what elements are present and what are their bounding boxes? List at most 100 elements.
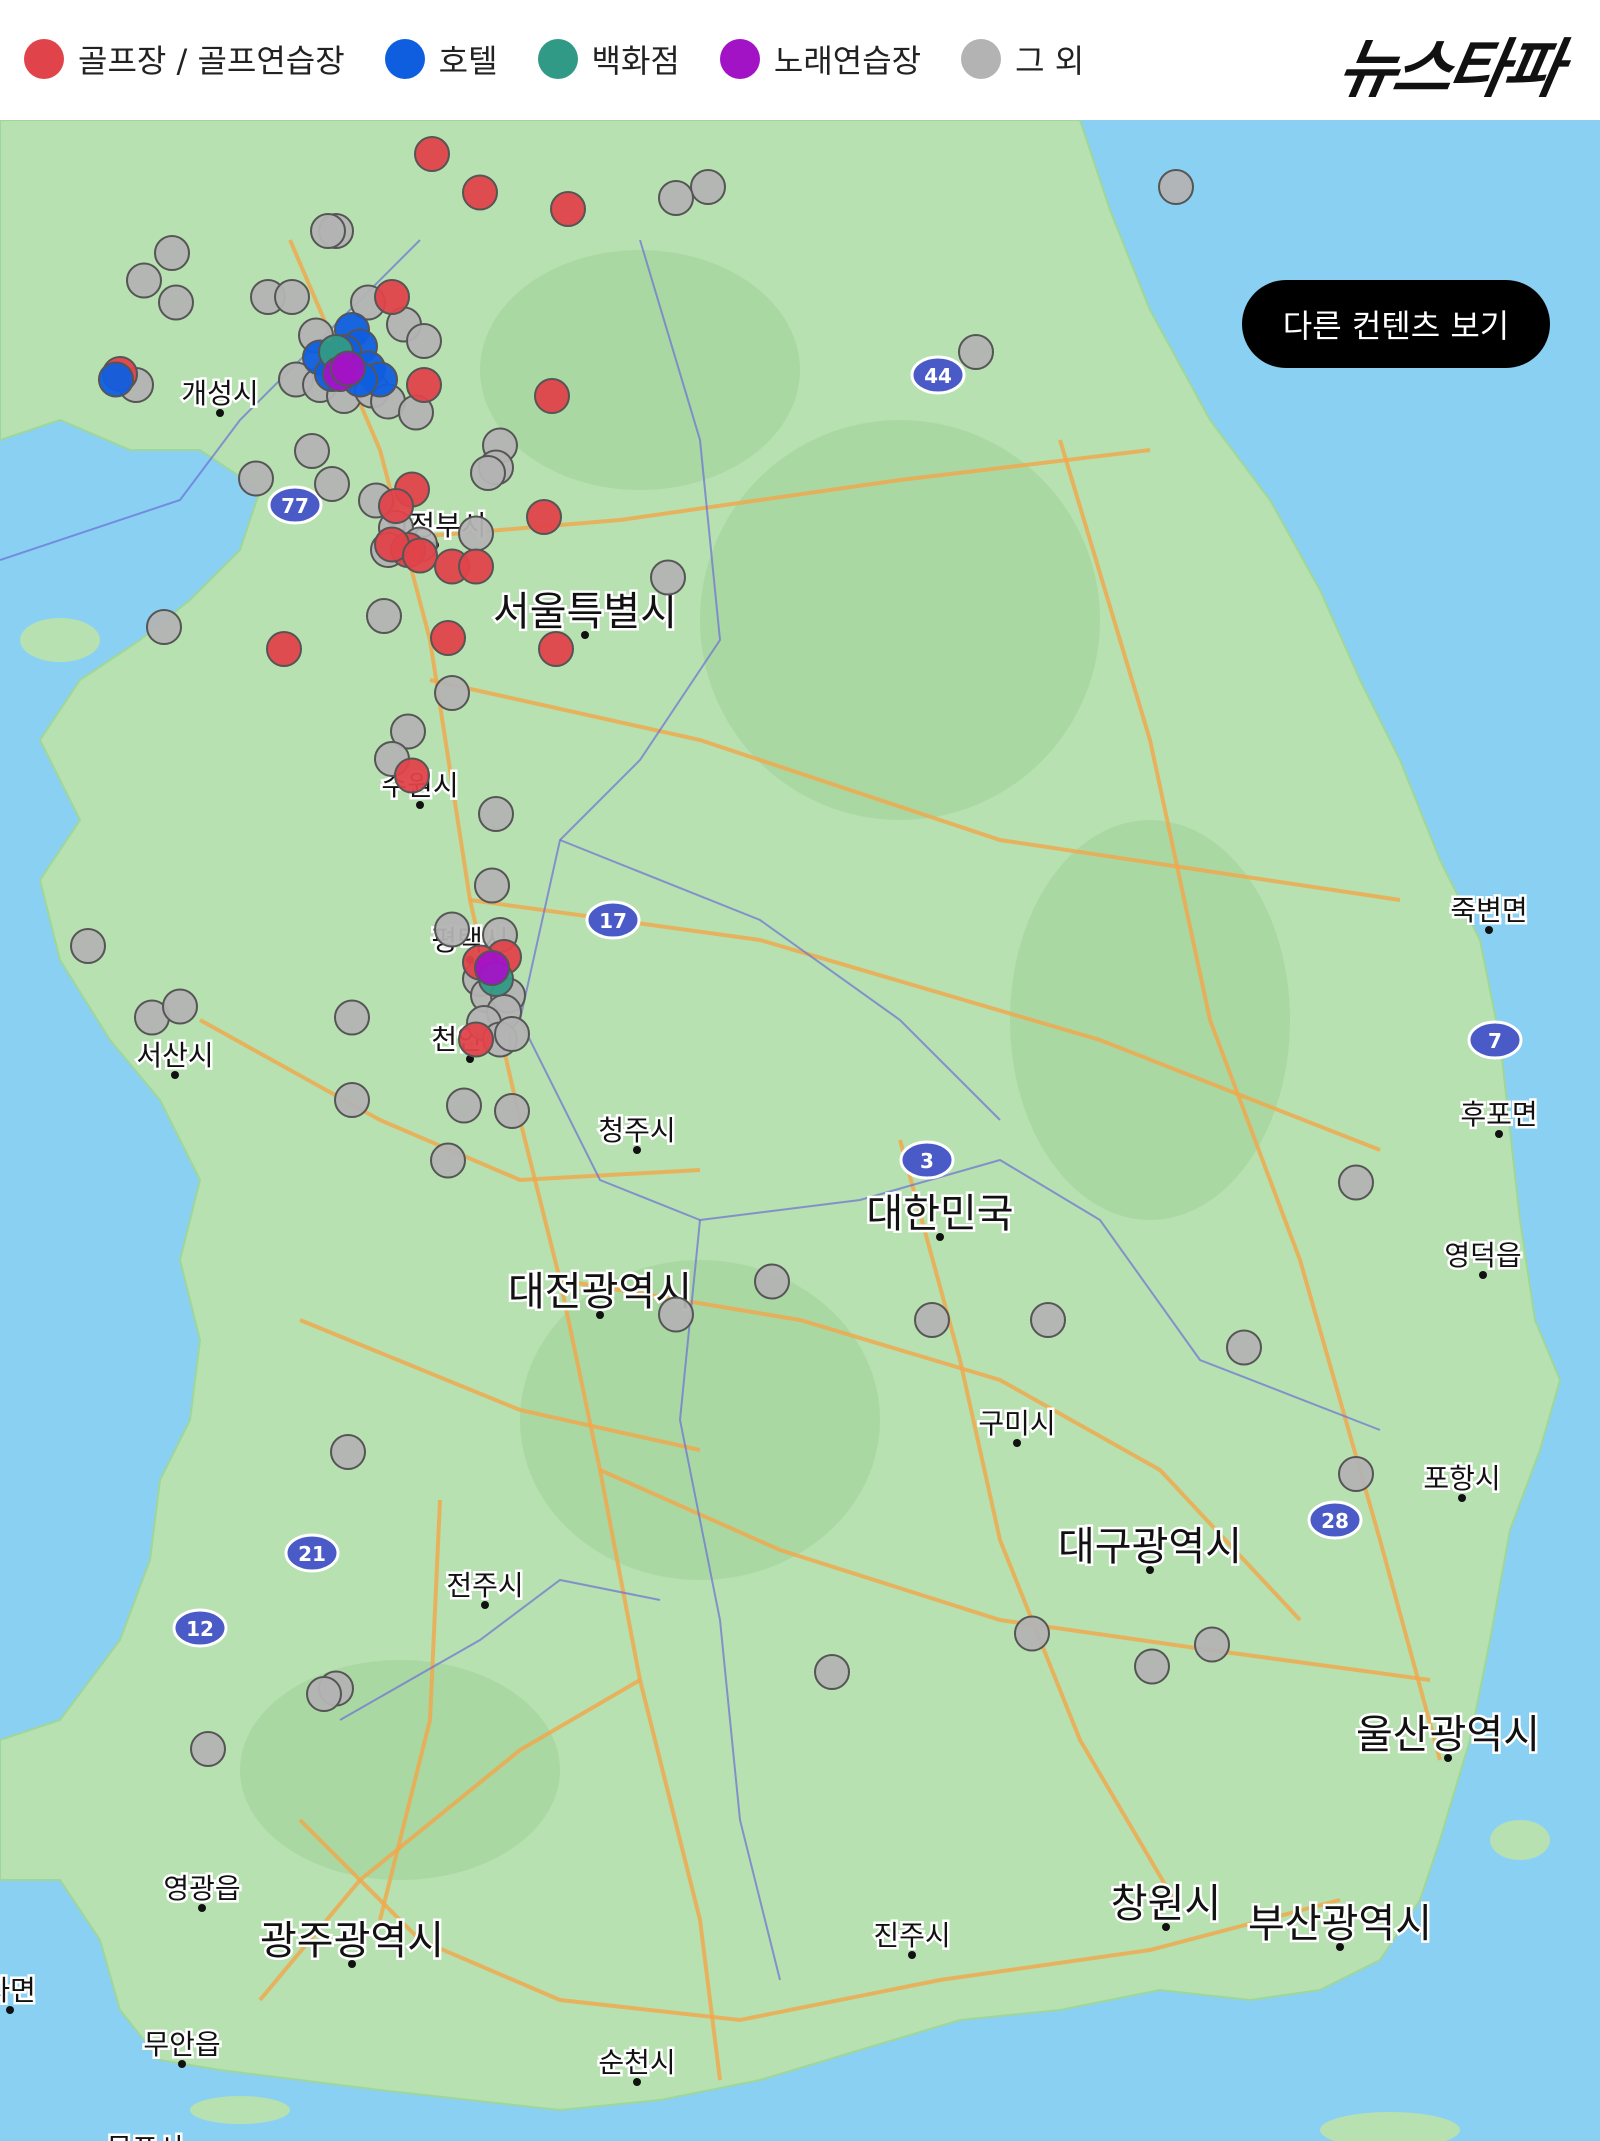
map-marker[interactable] <box>458 1021 494 1058</box>
legend-item-2: 백화점 <box>537 36 680 82</box>
city-label: 창원시 <box>1111 1881 1221 1927</box>
map-marker[interactable] <box>754 1263 790 1300</box>
map-marker[interactable] <box>430 1142 466 1179</box>
city-dot <box>178 2060 186 2068</box>
map-marker[interactable] <box>330 350 366 387</box>
map-marker[interactable] <box>1338 1456 1374 1492</box>
map-marker[interactable] <box>334 999 370 1036</box>
map-marker[interactable] <box>238 460 274 497</box>
map-marker[interactable] <box>190 1731 226 1767</box>
map-marker[interactable] <box>650 559 686 596</box>
legend-swatch-icon <box>384 39 425 79</box>
map-marker[interactable] <box>154 235 190 271</box>
map-marker[interactable] <box>462 174 498 211</box>
map-marker[interactable] <box>494 1093 530 1129</box>
map-marker[interactable] <box>70 928 106 964</box>
city-dot <box>6 2006 14 2014</box>
map-marker[interactable] <box>478 796 514 832</box>
map-marker[interactable] <box>1226 1329 1262 1366</box>
city-label: 전주시 <box>446 1569 523 1602</box>
map-marker[interactable] <box>306 1676 342 1712</box>
map-marker[interactable] <box>98 361 134 398</box>
map-marker[interactable] <box>294 433 330 469</box>
island <box>20 618 100 662</box>
map-marker[interactable] <box>474 950 510 986</box>
map-marker[interactable] <box>494 1016 530 1052</box>
map-marker[interactable] <box>406 323 442 359</box>
map-marker[interactable] <box>470 455 506 491</box>
map-marker[interactable] <box>378 488 414 524</box>
city-dot <box>198 1904 206 1912</box>
map-marker[interactable] <box>146 609 182 645</box>
city-dot <box>1479 1271 1487 1279</box>
map-marker[interactable] <box>914 1302 950 1338</box>
city-label: 대한민국 <box>866 1191 1013 1237</box>
city-label: 영광읍 <box>163 1872 240 1905</box>
map-marker[interactable] <box>658 1296 694 1333</box>
map-marker[interactable] <box>534 378 570 414</box>
map-marker[interactable] <box>126 262 162 299</box>
city-dot <box>1458 1494 1466 1502</box>
map[interactable]: 개성시의정부시서울특별시수원시평택시천안시서산시청주시대한민국대전광역시구미시대… <box>0 120 1600 2141</box>
city-label: 대구광역시 <box>1058 1524 1242 1570</box>
map-marker[interactable] <box>658 180 694 216</box>
legend-swatch-icon <box>537 39 578 79</box>
map-marker[interactable] <box>430 620 466 656</box>
map-marker[interactable] <box>526 499 562 535</box>
map-marker[interactable] <box>414 136 450 172</box>
city-dot <box>171 1071 179 1079</box>
legend-label: 백화점 <box>591 42 680 80</box>
map-marker[interactable] <box>1030 1302 1066 1338</box>
map-marker[interactable] <box>690 169 726 205</box>
city-label: 광주광역시 <box>260 1918 444 1964</box>
map-marker[interactable] <box>366 598 402 634</box>
map-marker[interactable] <box>1338 1164 1374 1201</box>
highway-number: 7 <box>1488 1029 1502 1053</box>
map-marker[interactable] <box>334 1082 370 1118</box>
newstapa-logo[interactable]: 뉴스타파 <box>1332 18 1568 110</box>
city-label: 울산광역시 <box>1356 1712 1540 1758</box>
legend-item-4: 그 외 <box>961 36 1084 82</box>
city-label: 진주시 <box>873 1919 950 1952</box>
map-marker[interactable] <box>274 279 310 315</box>
map-marker[interactable] <box>458 515 494 552</box>
map-marker[interactable] <box>1194 1626 1230 1663</box>
city-dot <box>908 1951 916 1959</box>
map-marker[interactable] <box>550 191 586 227</box>
city-label: 순천시 <box>598 2046 675 2079</box>
legend-swatch-icon <box>24 39 64 79</box>
city-dot <box>633 1146 641 1154</box>
map-marker[interactable] <box>434 911 470 948</box>
city-label: 서산시 <box>136 1039 213 1072</box>
map-marker[interactable] <box>1014 1615 1050 1652</box>
map-marker[interactable] <box>474 867 510 904</box>
map-marker[interactable] <box>310 213 346 249</box>
legend-label: 골프장 / 골프연습장 <box>78 42 345 80</box>
map-marker[interactable] <box>814 1654 850 1690</box>
map-marker[interactable] <box>330 1434 366 1470</box>
map-marker[interactable] <box>958 334 994 370</box>
header: 골프장 / 골프연습장 호텔 백화점 노래연습장 그 외 뉴스타파 <box>0 0 1600 120</box>
map-marker[interactable] <box>162 988 198 1025</box>
map-marker[interactable] <box>538 631 574 667</box>
map-marker[interactable] <box>374 279 410 315</box>
map-marker[interactable] <box>314 466 350 502</box>
map-marker[interactable] <box>402 537 438 574</box>
city-dot <box>1485 926 1493 934</box>
island <box>1490 1820 1550 1860</box>
legend-swatch-icon <box>719 39 760 79</box>
map-canvas[interactable]: 개성시의정부시서울특별시수원시평택시천안시서산시청주시대한민국대전광역시구미시대… <box>0 120 1600 2141</box>
highway-number: 3 <box>920 1149 934 1173</box>
map-marker[interactable] <box>158 284 194 321</box>
map-marker[interactable] <box>1158 169 1194 205</box>
map-marker[interactable] <box>394 757 430 794</box>
city-label: 죽변면 <box>1450 894 1527 927</box>
map-marker[interactable] <box>458 548 494 585</box>
other-content-button[interactable]: 다른 컨텐츠 보기 <box>1242 280 1550 368</box>
map-marker[interactable] <box>446 1087 482 1124</box>
map-marker[interactable] <box>406 367 442 403</box>
map-marker[interactable] <box>434 675 470 711</box>
map-marker[interactable] <box>266 631 302 667</box>
legend-label: 호텔 <box>438 42 498 80</box>
map-marker[interactable] <box>1134 1648 1170 1685</box>
